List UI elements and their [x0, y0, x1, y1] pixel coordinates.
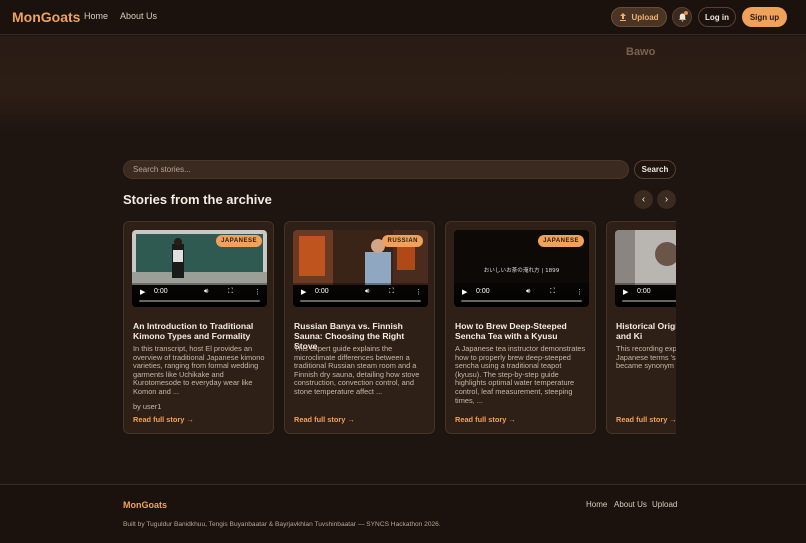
nav-about-link[interactable]: About Us: [120, 11, 157, 21]
video-controls: ▶ 0:00 🔊︎ ⛶ ⋮: [132, 283, 267, 307]
more-options-icon[interactable]: ⋮: [576, 288, 583, 296]
story-title[interactable]: How to Brew Deep-Steeped Sencha Tea with…: [455, 321, 588, 341]
fullscreen-icon[interactable]: ⛶: [228, 288, 233, 296]
volume-icon[interactable]: 🔊︎: [526, 288, 530, 296]
footer: MonGoats Home About Us Upload Built by T…: [0, 484, 806, 543]
footer-home-link[interactable]: Home: [586, 500, 607, 509]
story-title[interactable]: Historical Origins of Samurai and Ki: [616, 321, 676, 341]
video-controls: ▶ 0:00 🔊︎ ⛶ ⋮: [293, 283, 428, 307]
footer-upload-link[interactable]: Upload: [652, 500, 677, 509]
upload-button[interactable]: Upload: [611, 7, 667, 27]
search-button[interactable]: Search: [634, 160, 676, 179]
notification-dot: [684, 11, 688, 15]
video-player[interactable]: ▶ 0:00 🔊︎: [615, 230, 676, 307]
play-icon[interactable]: ▶: [623, 288, 628, 296]
language-badge: JAPANESE: [538, 235, 584, 247]
read-full-story-link[interactable]: Read full story →: [133, 415, 194, 424]
volume-icon[interactable]: 🔊︎: [365, 288, 369, 296]
video-player[interactable]: ▶ 0:00 🔊︎ ⛶ ⋮ JAPANESE: [132, 230, 267, 307]
video-progress-bar[interactable]: [622, 300, 676, 302]
hero-banner: Bawo: [0, 36, 806, 132]
login-button[interactable]: Log in: [698, 7, 736, 27]
top-nav-bar: MonGoats Home About Us Upload Log in Sig…: [0, 0, 806, 35]
video-time: 0:00: [154, 288, 168, 295]
footer-credit: Built by Tuguldur Banidkhuu, Tengis Buya…: [123, 521, 441, 528]
notifications-button[interactable]: [672, 7, 692, 27]
read-full-story-link[interactable]: Read full story →: [294, 415, 355, 424]
logo[interactable]: MonGoats: [12, 9, 80, 25]
video-player[interactable]: おいしいお茶の淹れ方 | 1899 ▶ 0:00 🔊︎ ⛶ ⋮ JAPANESE: [454, 230, 589, 307]
more-options-icon[interactable]: ⋮: [415, 288, 422, 296]
story-title[interactable]: An Introduction to Traditional Kimono Ty…: [133, 321, 266, 341]
play-icon[interactable]: ▶: [140, 288, 145, 296]
section-title: Stories from the archive: [123, 192, 272, 207]
footer-logo[interactable]: MonGoats: [123, 500, 167, 510]
volume-icon[interactable]: 🔊︎: [204, 288, 208, 296]
story-card[interactable]: ▶ 0:00 🔊︎ ⛶ ⋮ RUSSIAN Russian Banya vs. …: [284, 221, 435, 434]
video-time: 0:00: [315, 288, 329, 295]
language-badge: RUSSIAN: [382, 235, 423, 247]
video-caption: おいしいお茶の淹れ方 | 1899: [483, 268, 560, 274]
upload-label: Upload: [631, 12, 659, 22]
story-card[interactable]: ▶ 0:00 🔊︎ Historical Origins of Samurai …: [606, 221, 676, 434]
play-icon[interactable]: ▶: [462, 288, 467, 296]
read-full-story-link[interactable]: Read full story →: [616, 415, 676, 424]
signup-button[interactable]: Sign up: [742, 7, 787, 27]
carousel-next-button[interactable]: ›: [657, 190, 676, 209]
footer-about-link[interactable]: About Us: [614, 500, 647, 509]
video-controls: ▶ 0:00 🔊︎: [615, 283, 676, 307]
story-description: A Japanese tea instructor demonstrates h…: [455, 344, 586, 405]
video-time: 0:00: [637, 288, 651, 295]
hero-word: Bawo: [626, 46, 656, 58]
fullscreen-icon[interactable]: ⛶: [550, 288, 555, 296]
upload-icon: [620, 13, 627, 21]
carousel-prev-button[interactable]: ‹: [634, 190, 653, 209]
video-progress-bar[interactable]: [139, 300, 260, 302]
story-description: This expert guide explains the microclim…: [294, 344, 420, 396]
read-full-story-link[interactable]: Read full story →: [455, 415, 516, 424]
video-player[interactable]: ▶ 0:00 🔊︎ ⛶ ⋮ RUSSIAN: [293, 230, 428, 307]
more-options-icon[interactable]: ⋮: [254, 288, 261, 296]
story-description: This recording exp origins and linguis J…: [616, 344, 676, 371]
video-thumbnail: [615, 230, 676, 285]
story-card[interactable]: ▶ 0:00 🔊︎ ⛶ ⋮ JAPANESE An Introduction t…: [123, 221, 274, 434]
video-progress-bar[interactable]: [300, 300, 421, 302]
video-controls: ▶ 0:00 🔊︎ ⛶ ⋮: [454, 283, 589, 307]
video-time: 0:00: [476, 288, 490, 295]
search-input[interactable]: Search stories...: [123, 160, 629, 179]
story-author: by user1: [133, 402, 162, 411]
fullscreen-icon[interactable]: ⛶: [389, 288, 394, 296]
video-progress-bar[interactable]: [461, 300, 582, 302]
play-icon[interactable]: ▶: [301, 288, 306, 296]
nav-home-link[interactable]: Home: [84, 11, 108, 21]
language-badge: JAPANESE: [216, 235, 262, 247]
stories-carousel: ▶ 0:00 🔊︎ ⛶ ⋮ JAPANESE An Introduction t…: [123, 221, 676, 437]
story-description: In this transcript, host El provides an …: [133, 344, 265, 396]
story-card[interactable]: おいしいお茶の淹れ方 | 1899 ▶ 0:00 🔊︎ ⛶ ⋮ JAPANESE…: [445, 221, 596, 434]
